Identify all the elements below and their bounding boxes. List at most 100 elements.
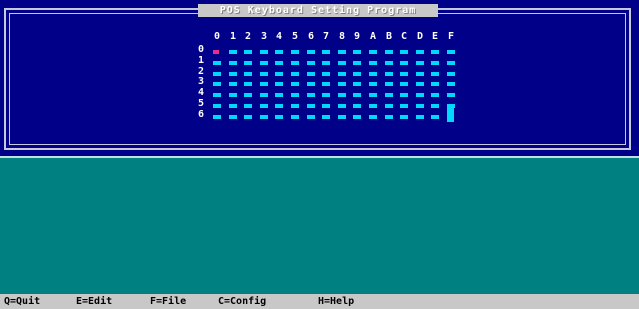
key-cell-3-f[interactable] (447, 82, 455, 86)
key-cell-1-b[interactable] (385, 61, 393, 65)
key-cell-0-b[interactable] (385, 50, 393, 54)
key-cell-2-d[interactable] (416, 72, 424, 76)
key-cell-0-2[interactable] (244, 50, 252, 54)
key-cell-0-5[interactable] (291, 50, 299, 54)
key-cell-5-7[interactable] (322, 104, 330, 108)
key-cell-5-8[interactable] (338, 104, 346, 108)
key-cell-6-9[interactable] (353, 115, 361, 119)
key-cell-1-1[interactable] (229, 61, 237, 65)
key-cell-1-c[interactable] (400, 61, 408, 65)
key-cell-0-f[interactable] (447, 50, 455, 54)
key-cursor[interactable] (213, 50, 219, 54)
key-cell-5-6[interactable] (307, 104, 315, 108)
key-cell-3-8[interactable] (338, 82, 346, 86)
key-cell-5-9[interactable] (353, 104, 361, 108)
key-cell-3-0[interactable] (213, 82, 221, 86)
key-cell-3-1[interactable] (229, 82, 237, 86)
key-cell-6-0[interactable] (213, 115, 221, 119)
key-cell-4-f[interactable] (447, 93, 455, 97)
key-cell-5-2[interactable] (244, 104, 252, 108)
key-cell-0-e[interactable] (431, 50, 439, 54)
key-cell-2-6[interactable] (307, 72, 315, 76)
key-cell-6-4[interactable] (275, 115, 283, 119)
key-cell-4-a[interactable] (369, 93, 377, 97)
key-cell-6-c[interactable] (400, 115, 408, 119)
key-cell-3-4[interactable] (275, 82, 283, 86)
key-cell-0-9[interactable] (353, 50, 361, 54)
key-cell-4-4[interactable] (275, 93, 283, 97)
key-cell-3-7[interactable] (322, 82, 330, 86)
key-cell-6-a[interactable] (369, 115, 377, 119)
key-cell-4-e[interactable] (431, 93, 439, 97)
key-cell-1-f[interactable] (447, 61, 455, 65)
key-cell-2-2[interactable] (244, 72, 252, 76)
key-cell-0-7[interactable] (322, 50, 330, 54)
key-cell-4-8[interactable] (338, 93, 346, 97)
key-cell-6-8[interactable] (338, 115, 346, 119)
key-cell-4-2[interactable] (244, 93, 252, 97)
key-cell-0-8[interactable] (338, 50, 346, 54)
key-cell-4-c[interactable] (400, 93, 408, 97)
key-cell-1-8[interactable] (338, 61, 346, 65)
key-cell-1-5[interactable] (291, 61, 299, 65)
key-cell-5-c[interactable] (400, 104, 408, 108)
key-cell-2-c[interactable] (400, 72, 408, 76)
key-cell-0-3[interactable] (260, 50, 268, 54)
help-command[interactable]: H=Help (318, 296, 354, 307)
key-cell-3-d[interactable] (416, 82, 424, 86)
file-command[interactable]: F=File (150, 296, 186, 307)
key-cell-3-c[interactable] (400, 82, 408, 86)
key-cell-2-1[interactable] (229, 72, 237, 76)
key-cell-4-b[interactable] (385, 93, 393, 97)
key-cell-5-4[interactable] (275, 104, 283, 108)
key-cell-6-e[interactable] (431, 115, 439, 119)
key-cell-4-7[interactable] (322, 93, 330, 97)
key-cell-1-2[interactable] (244, 61, 252, 65)
key-cell-2-4[interactable] (275, 72, 283, 76)
key-cell-6-3[interactable] (260, 115, 268, 119)
edit-command[interactable]: E=Edit (76, 296, 112, 307)
key-cell-2-3[interactable] (260, 72, 268, 76)
key-cell-2-5[interactable] (291, 72, 299, 76)
key-cell-3-e[interactable] (431, 82, 439, 86)
key-cell-4-5[interactable] (291, 93, 299, 97)
key-cell-0-d[interactable] (416, 50, 424, 54)
key-cell-0-1[interactable] (229, 50, 237, 54)
key-cell-6-1[interactable] (229, 115, 237, 119)
key-cell-2-a[interactable] (369, 72, 377, 76)
key-cell-0-c[interactable] (400, 50, 408, 54)
key-cell-5-e[interactable] (431, 104, 439, 108)
key-cell-5-b[interactable] (385, 104, 393, 108)
key-cell-5-5[interactable] (291, 104, 299, 108)
key-cell-3-a[interactable] (369, 82, 377, 86)
key-cell-2-f[interactable] (447, 72, 455, 76)
key-cell-1-d[interactable] (416, 61, 424, 65)
key-cell-5-d[interactable] (416, 104, 424, 108)
key-cell-1-e[interactable] (431, 61, 439, 65)
key-cell-3-2[interactable] (244, 82, 252, 86)
key-cell-2-8[interactable] (338, 72, 346, 76)
key-cell-0-6[interactable] (307, 50, 315, 54)
key-cell-4-6[interactable] (307, 93, 315, 97)
key-cell-4-1[interactable] (229, 93, 237, 97)
key-cell-4-d[interactable] (416, 93, 424, 97)
quit-command[interactable]: Q=Quit (4, 296, 40, 307)
key-cell-5-a[interactable] (369, 104, 377, 108)
key-cell-3-b[interactable] (385, 82, 393, 86)
key-cell-4-0[interactable] (213, 93, 221, 97)
key-cell-2-0[interactable] (213, 72, 221, 76)
key-cell-0-a[interactable] (369, 50, 377, 54)
key-cell-0-4[interactable] (275, 50, 283, 54)
key-cell-3-5[interactable] (291, 82, 299, 86)
key-cell-3-3[interactable] (260, 82, 268, 86)
key-cell-6-5[interactable] (291, 115, 299, 119)
key-cell-2-9[interactable] (353, 72, 361, 76)
key-cell-3-6[interactable] (307, 82, 315, 86)
key-cell-5-0[interactable] (213, 104, 221, 108)
config-command[interactable]: C=Config (218, 296, 266, 307)
key-cell-1-7[interactable] (322, 61, 330, 65)
key-cell-3-9[interactable] (353, 82, 361, 86)
key-cell-6-7[interactable] (322, 115, 330, 119)
key-cell-5-3[interactable] (260, 104, 268, 108)
key-cell-6-d[interactable] (416, 115, 424, 119)
